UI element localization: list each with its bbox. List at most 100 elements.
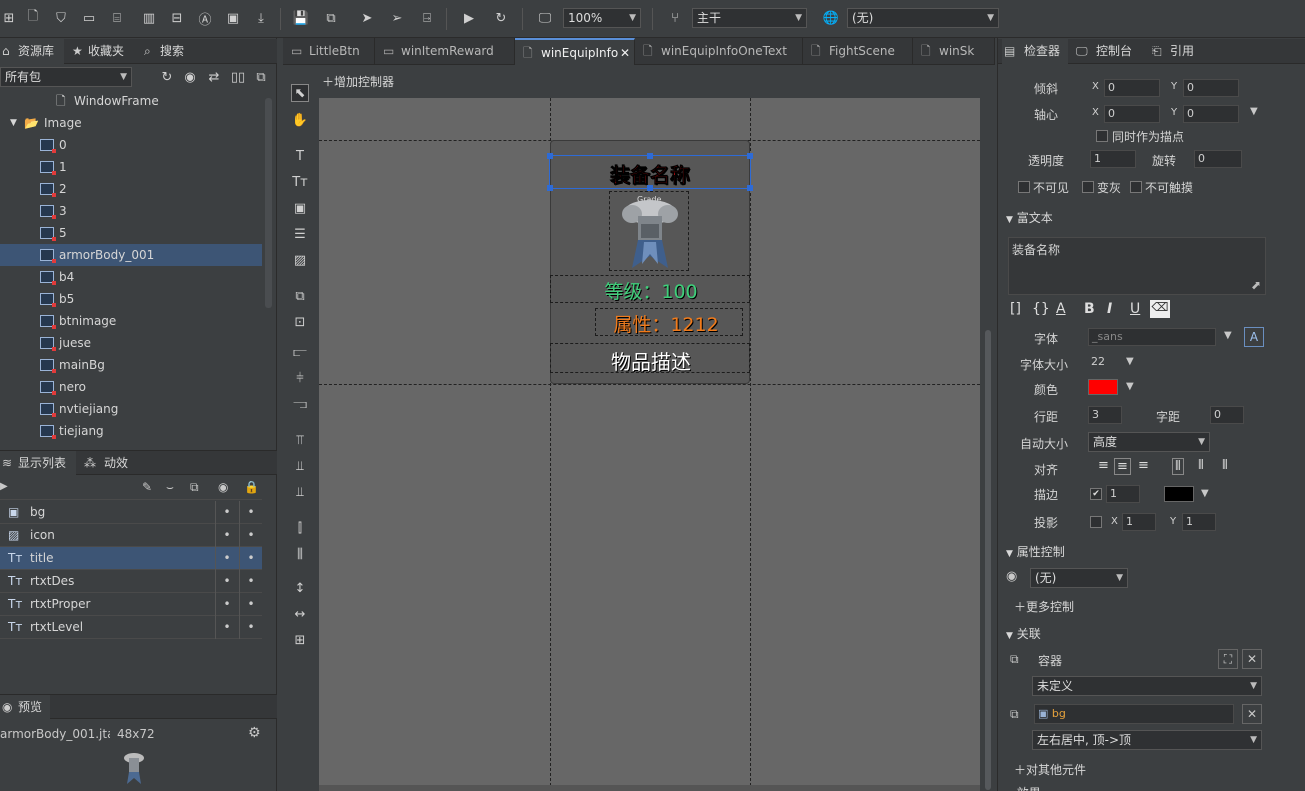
- shadow-checkbox[interactable]: [1090, 516, 1102, 528]
- add-icon[interactable]: ⊞: [0, 9, 18, 27]
- tree-item[interactable]: mainBg: [0, 354, 262, 376]
- eye-icon[interactable]: ◉: [1006, 569, 1017, 584]
- align-top-icon[interactable]: ⫪: [291, 432, 309, 450]
- stroke-size-input[interactable]: 1: [1106, 485, 1140, 503]
- bold-button[interactable]: B: [1084, 301, 1095, 317]
- chevron-down-icon[interactable]: ▼: [10, 112, 17, 134]
- tree-item[interactable]: b4: [0, 266, 262, 288]
- tree-item[interactable]: b5: [0, 288, 262, 310]
- canvas-vscrollbar[interactable]: [985, 330, 991, 790]
- refresh-icon[interactable]: ↻: [158, 68, 176, 86]
- align-center-icon[interactable]: ≡: [1114, 458, 1131, 475]
- tab-doc-4[interactable]: 🗋 FightScene: [803, 38, 913, 65]
- tab-doc-0[interactable]: ▭ LittleBtn: [283, 38, 375, 65]
- tab-search[interactable]: ⌕ 搜索: [142, 39, 198, 64]
- line-space-input[interactable]: 3: [1088, 406, 1122, 424]
- list-icon[interactable]: ☰: [291, 226, 309, 244]
- untouchable-checkbox[interactable]: [1130, 181, 1142, 193]
- button-icon[interactable]: ▭: [80, 9, 98, 27]
- download-icon[interactable]: ⤓: [252, 9, 270, 27]
- close-icon[interactable]: ✕: [1242, 704, 1262, 724]
- font-color-button[interactable]: A: [1056, 301, 1066, 317]
- eraser-icon[interactable]: ⌫: [1150, 300, 1170, 318]
- group-icon[interactable]: ⧉: [291, 288, 309, 306]
- underline-button[interactable]: U: [1130, 301, 1140, 317]
- level-richtext[interactable]: 等级：100: [550, 275, 750, 303]
- gray-checkbox[interactable]: [1082, 181, 1094, 193]
- tree-item[interactable]: btnimage: [0, 310, 262, 332]
- combo-icon[interactable]: ⌸: [108, 9, 126, 27]
- relation-section[interactable]: ▼ 关联: [1006, 625, 1041, 642]
- more-control-button[interactable]: ＋更多控制: [1014, 598, 1074, 615]
- gear-icon[interactable]: ⚙: [248, 725, 261, 741]
- display-list-item[interactable]: Tт rtxtLevel • •: [0, 616, 262, 639]
- tree-scrollbar[interactable]: [265, 98, 272, 308]
- other-elements-button[interactable]: ＋对其他元件: [1014, 761, 1086, 778]
- copy-icon[interactable]: ⧉: [252, 68, 270, 86]
- title-richtext[interactable]: 装备名称: [547, 153, 753, 191]
- progress-icon[interactable]: ▥: [140, 9, 158, 27]
- play-icon[interactable]: ▶: [460, 9, 478, 27]
- bookmark-icon[interactable]: ⛉: [52, 9, 70, 27]
- lock-toggle[interactable]: •: [239, 547, 262, 570]
- desc-richtext[interactable]: 物品描述: [550, 343, 750, 374]
- fullscreen-icon[interactable]: ⛶: [1218, 649, 1238, 669]
- distribute-h-icon[interactable]: ⫿: [291, 520, 309, 538]
- align-left-icon[interactable]: ≡: [1098, 458, 1109, 473]
- tab-preview[interactable]: ◉ 预览: [0, 695, 50, 720]
- effect-section[interactable]: ▼ 效果: [1006, 784, 1041, 791]
- richtext-icon[interactable]: Tт: [291, 174, 309, 192]
- stage-canvas[interactable]: 装备名称 Grade 等级：100 属性：1212 物品描述: [319, 98, 980, 791]
- new-doc-icon[interactable]: 🗋: [24, 9, 42, 27]
- pivot-y-input[interactable]: 0: [1183, 105, 1239, 123]
- font-picker-icon[interactable]: A: [1244, 327, 1264, 347]
- target-icon[interactable]: ◉: [181, 68, 199, 86]
- tree-item[interactable]: tiejiang: [0, 420, 262, 442]
- package-filter[interactable]: 所有包 ▼: [0, 67, 132, 87]
- controller-section[interactable]: ▼ 属性控制: [1006, 543, 1065, 560]
- lock-toggle[interactable]: •: [239, 593, 262, 616]
- controller-dropdown[interactable]: (无) ▼: [1030, 568, 1128, 588]
- font-input[interactable]: _sans: [1088, 328, 1216, 346]
- save-icon[interactable]: 💾: [292, 9, 310, 27]
- skew-x-input[interactable]: 0: [1104, 79, 1160, 97]
- tab-reference[interactable]: ⎗ 引用: [1148, 39, 1208, 64]
- valign-bottom-icon[interactable]: ⦀: [1222, 458, 1228, 473]
- edit-icon[interactable]: ✎: [142, 480, 152, 494]
- lock-icon[interactable]: 🔒: [244, 480, 259, 494]
- eye-icon[interactable]: ◉: [218, 480, 228, 494]
- alpha-input[interactable]: 1: [1090, 150, 1136, 168]
- screen-icon[interactable]: 🖵: [536, 9, 554, 27]
- tree-item[interactable]: 5: [0, 222, 262, 244]
- branch-dropdown[interactable]: 主干 ▼: [692, 8, 807, 28]
- visibility-toggle[interactable]: •: [215, 570, 238, 593]
- publish-all-icon[interactable]: ➢: [388, 9, 406, 27]
- tree-item[interactable]: 2: [0, 178, 262, 200]
- autosize-dropdown[interactable]: 高度 ▼: [1088, 432, 1210, 452]
- tree-item[interactable]: armorBody_001: [0, 244, 262, 266]
- property-richtext[interactable]: 属性：1212: [595, 308, 743, 336]
- loader-icon[interactable]: ▨: [291, 252, 309, 270]
- zoom-dropdown[interactable]: 100% ▼: [563, 8, 641, 28]
- close-icon[interactable]: ✕: [1242, 649, 1262, 669]
- image-icon[interactable]: ▣: [291, 200, 309, 218]
- display-list-item[interactable]: Tт title • •: [0, 547, 262, 570]
- tab-library[interactable]: ⌂ 资源库: [0, 39, 64, 64]
- richtext-textarea[interactable]: 装备名称 ⬈: [1008, 237, 1266, 295]
- valign-middle-icon[interactable]: ⦀: [1198, 458, 1204, 473]
- refresh-icon[interactable]: ↻: [492, 9, 510, 27]
- richtext-section[interactable]: ▼ 富文本: [1006, 209, 1053, 226]
- same-width-icon[interactable]: ↔: [291, 606, 309, 624]
- hand-icon[interactable]: ✋: [291, 112, 309, 130]
- text-icon[interactable]: T: [291, 148, 309, 166]
- align-center-icon[interactable]: ⫩: [291, 370, 309, 388]
- add-controller-button[interactable]: ＋增加控制器: [322, 73, 394, 90]
- columns-icon[interactable]: ▯▯: [229, 68, 247, 86]
- tab-doc-2[interactable]: 🗋 winEquipInfo ✕: [515, 38, 635, 65]
- lock-toggle[interactable]: •: [239, 524, 262, 547]
- visibility-toggle[interactable]: •: [215, 547, 238, 570]
- valign-top-icon[interactable]: ⦀: [1172, 458, 1184, 475]
- publish-setting-icon[interactable]: ⍈: [418, 9, 436, 27]
- expand-icon[interactable]: ⬈: [1251, 278, 1261, 292]
- tree-item[interactable]: juese: [0, 332, 262, 354]
